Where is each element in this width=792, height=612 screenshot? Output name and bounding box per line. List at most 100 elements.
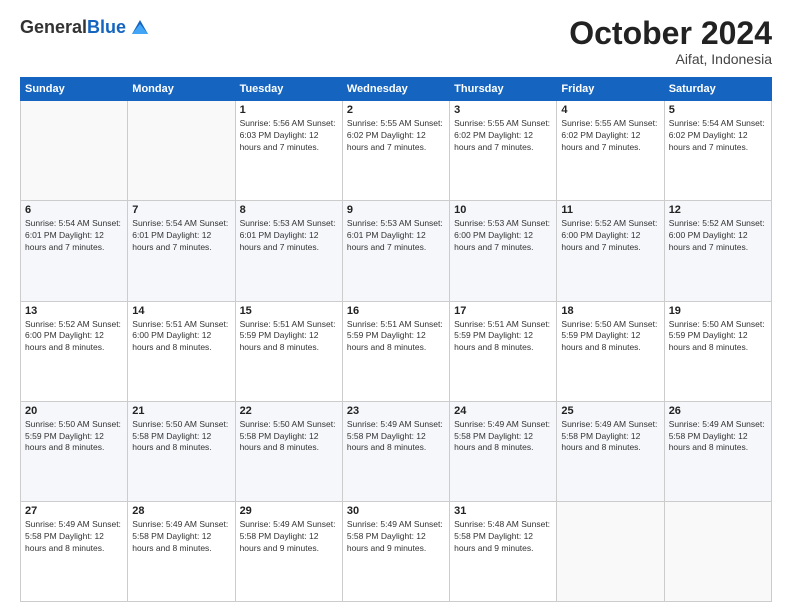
table-row: 22 Sunrise: 5:50 AM Sunset: 5:58 PM Dayli… <box>235 401 342 501</box>
calendar-week-row: 6 Sunrise: 5:54 AM Sunset: 6:01 PM Daylig… <box>21 201 772 301</box>
day-number: 3 <box>454 104 552 116</box>
day-number: 7 <box>132 204 230 216</box>
table-row: 4 Sunrise: 5:55 AM Sunset: 6:02 PM Daylig… <box>557 101 664 201</box>
day-info: Sunrise: 5:49 AM Sunset: 5:58 PM Dayligh… <box>132 519 230 555</box>
page: GeneralBlue October 2024 Aifat, Indonesi… <box>0 0 792 612</box>
day-info: Sunrise: 5:50 AM Sunset: 5:59 PM Dayligh… <box>25 419 123 455</box>
calendar-table: Sunday Monday Tuesday Wednesday Thursday… <box>20 77 772 602</box>
table-row: 19 Sunrise: 5:50 AM Sunset: 5:59 PM Dayli… <box>664 301 771 401</box>
logo-blue: Blue <box>87 17 126 37</box>
title-block: October 2024 Aifat, Indonesia <box>569 16 772 67</box>
calendar-week-row: 13 Sunrise: 5:52 AM Sunset: 6:00 PM Dayli… <box>21 301 772 401</box>
table-row: 14 Sunrise: 5:51 AM Sunset: 6:00 PM Dayli… <box>128 301 235 401</box>
table-row: 28 Sunrise: 5:49 AM Sunset: 5:58 PM Dayli… <box>128 501 235 601</box>
day-number: 31 <box>454 505 552 517</box>
table-row: 18Sunrise: 5:50 AM Sunset: 5:59 PM Dayli… <box>557 301 664 401</box>
day-number: 22 <box>240 405 338 417</box>
table-row: 5Sunrise: 5:54 AM Sunset: 6:02 PM Daylig… <box>664 101 771 201</box>
table-row: 6Sunrise: 5:54 AM Sunset: 6:01 PM Daylig… <box>21 201 128 301</box>
day-number: 1 <box>240 104 338 116</box>
day-info: Sunrise: 5:49 AM Sunset: 5:58 PM Dayligh… <box>669 419 767 455</box>
day-info: Sunrise: 5:51 AM Sunset: 5:59 PM Dayligh… <box>454 319 552 355</box>
day-number: 15 <box>240 305 338 317</box>
table-row: 29 Sunrise: 5:49 AM Sunset: 5:58 PM Dayli… <box>235 501 342 601</box>
day-info: Sunrise: 5:49 AM Sunset: 5:58 PM Dayligh… <box>347 519 445 555</box>
table-row <box>128 101 235 201</box>
day-info: Sunrise: 5:52 AM Sunset: 6:00 PM Dayligh… <box>25 319 123 355</box>
day-number: 20 <box>25 405 123 417</box>
calendar-week-row: 27 Sunrise: 5:49 AM Sunset: 5:58 PM Dayli… <box>21 501 772 601</box>
col-wednesday: Wednesday <box>342 78 449 101</box>
col-saturday: Saturday <box>664 78 771 101</box>
day-info: Sunrise: 5:52 AM Sunset: 6:00 PM Dayligh… <box>669 218 767 254</box>
col-thursday: Thursday <box>450 78 557 101</box>
day-number: 24 <box>454 405 552 417</box>
table-row: 31 Sunrise: 5:48 AM Sunset: 5:58 PM Dayli… <box>450 501 557 601</box>
day-number: 29 <box>240 505 338 517</box>
table-row: 3 Sunrise: 5:55 AM Sunset: 6:02 PM Daylig… <box>450 101 557 201</box>
day-info: Sunrise: 5:53 AM Sunset: 6:00 PM Dayligh… <box>454 218 552 254</box>
location: Aifat, Indonesia <box>569 51 772 67</box>
calendar-week-row: 20 Sunrise: 5:50 AM Sunset: 5:59 PM Dayli… <box>21 401 772 501</box>
day-number: 14 <box>132 305 230 317</box>
day-number: 11 <box>561 204 659 216</box>
table-row: 2 Sunrise: 5:55 AM Sunset: 6:02 PM Daylig… <box>342 101 449 201</box>
day-info: Sunrise: 5:49 AM Sunset: 5:58 PM Dayligh… <box>454 419 552 455</box>
day-number: 2 <box>347 104 445 116</box>
col-sunday: Sunday <box>21 78 128 101</box>
day-info: Sunrise: 5:49 AM Sunset: 5:58 PM Dayligh… <box>561 419 659 455</box>
day-number: 10 <box>454 204 552 216</box>
day-number: 26 <box>669 405 767 417</box>
day-info: Sunrise: 5:55 AM Sunset: 6:02 PM Dayligh… <box>347 118 445 154</box>
day-number: 25 <box>561 405 659 417</box>
table-row: 13 Sunrise: 5:52 AM Sunset: 6:00 PM Dayli… <box>21 301 128 401</box>
day-info: Sunrise: 5:56 AM Sunset: 6:03 PM Dayligh… <box>240 118 338 154</box>
day-info: Sunrise: 5:54 AM Sunset: 6:01 PM Dayligh… <box>132 218 230 254</box>
table-row: 16 Sunrise: 5:51 AM Sunset: 5:59 PM Dayli… <box>342 301 449 401</box>
logo-text: GeneralBlue <box>20 18 126 38</box>
table-row: 1 Sunrise: 5:56 AM Sunset: 6:03 PM Daylig… <box>235 101 342 201</box>
day-number: 17 <box>454 305 552 317</box>
day-info: Sunrise: 5:55 AM Sunset: 6:02 PM Dayligh… <box>561 118 659 154</box>
table-row <box>664 501 771 601</box>
day-number: 27 <box>25 505 123 517</box>
table-row: 12 Sunrise: 5:52 AM Sunset: 6:00 PM Dayli… <box>664 201 771 301</box>
day-number: 16 <box>347 305 445 317</box>
day-info: Sunrise: 5:50 AM Sunset: 5:58 PM Dayligh… <box>132 419 230 455</box>
table-row: 20 Sunrise: 5:50 AM Sunset: 5:59 PM Dayli… <box>21 401 128 501</box>
day-info: Sunrise: 5:51 AM Sunset: 6:00 PM Dayligh… <box>132 319 230 355</box>
logo-icon <box>128 16 152 40</box>
day-number: 21 <box>132 405 230 417</box>
day-info: Sunrise: 5:49 AM Sunset: 5:58 PM Dayligh… <box>240 519 338 555</box>
day-info: Sunrise: 5:55 AM Sunset: 6:02 PM Dayligh… <box>454 118 552 154</box>
day-info: Sunrise: 5:51 AM Sunset: 5:59 PM Dayligh… <box>240 319 338 355</box>
table-row: 26 Sunrise: 5:49 AM Sunset: 5:58 PM Dayli… <box>664 401 771 501</box>
table-row: 7 Sunrise: 5:54 AM Sunset: 6:01 PM Daylig… <box>128 201 235 301</box>
table-row: 25 Sunrise: 5:49 AM Sunset: 5:58 PM Dayli… <box>557 401 664 501</box>
day-info: Sunrise: 5:52 AM Sunset: 6:00 PM Dayligh… <box>561 218 659 254</box>
table-row: 10 Sunrise: 5:53 AM Sunset: 6:00 PM Dayli… <box>450 201 557 301</box>
day-info: Sunrise: 5:49 AM Sunset: 5:58 PM Dayligh… <box>25 519 123 555</box>
day-number: 30 <box>347 505 445 517</box>
day-info: Sunrise: 5:53 AM Sunset: 6:01 PM Dayligh… <box>347 218 445 254</box>
day-number: 13 <box>25 305 123 317</box>
day-number: 12 <box>669 204 767 216</box>
table-row: 17 Sunrise: 5:51 AM Sunset: 5:59 PM Dayli… <box>450 301 557 401</box>
day-info: Sunrise: 5:50 AM Sunset: 5:59 PM Dayligh… <box>669 319 767 355</box>
logo-general: General <box>20 17 87 37</box>
day-number: 28 <box>132 505 230 517</box>
day-info: Sunrise: 5:48 AM Sunset: 5:58 PM Dayligh… <box>454 519 552 555</box>
day-number: 23 <box>347 405 445 417</box>
day-number: 18 <box>561 305 659 317</box>
day-info: Sunrise: 5:51 AM Sunset: 5:59 PM Dayligh… <box>347 319 445 355</box>
col-monday: Monday <box>128 78 235 101</box>
day-info: Sunrise: 5:50 AM Sunset: 5:58 PM Dayligh… <box>240 419 338 455</box>
month-year: October 2024 <box>569 16 772 51</box>
day-number: 19 <box>669 305 767 317</box>
header: GeneralBlue October 2024 Aifat, Indonesi… <box>20 16 772 67</box>
col-tuesday: Tuesday <box>235 78 342 101</box>
table-row <box>21 101 128 201</box>
day-number: 4 <box>561 104 659 116</box>
day-number: 8 <box>240 204 338 216</box>
day-number: 6 <box>25 204 123 216</box>
